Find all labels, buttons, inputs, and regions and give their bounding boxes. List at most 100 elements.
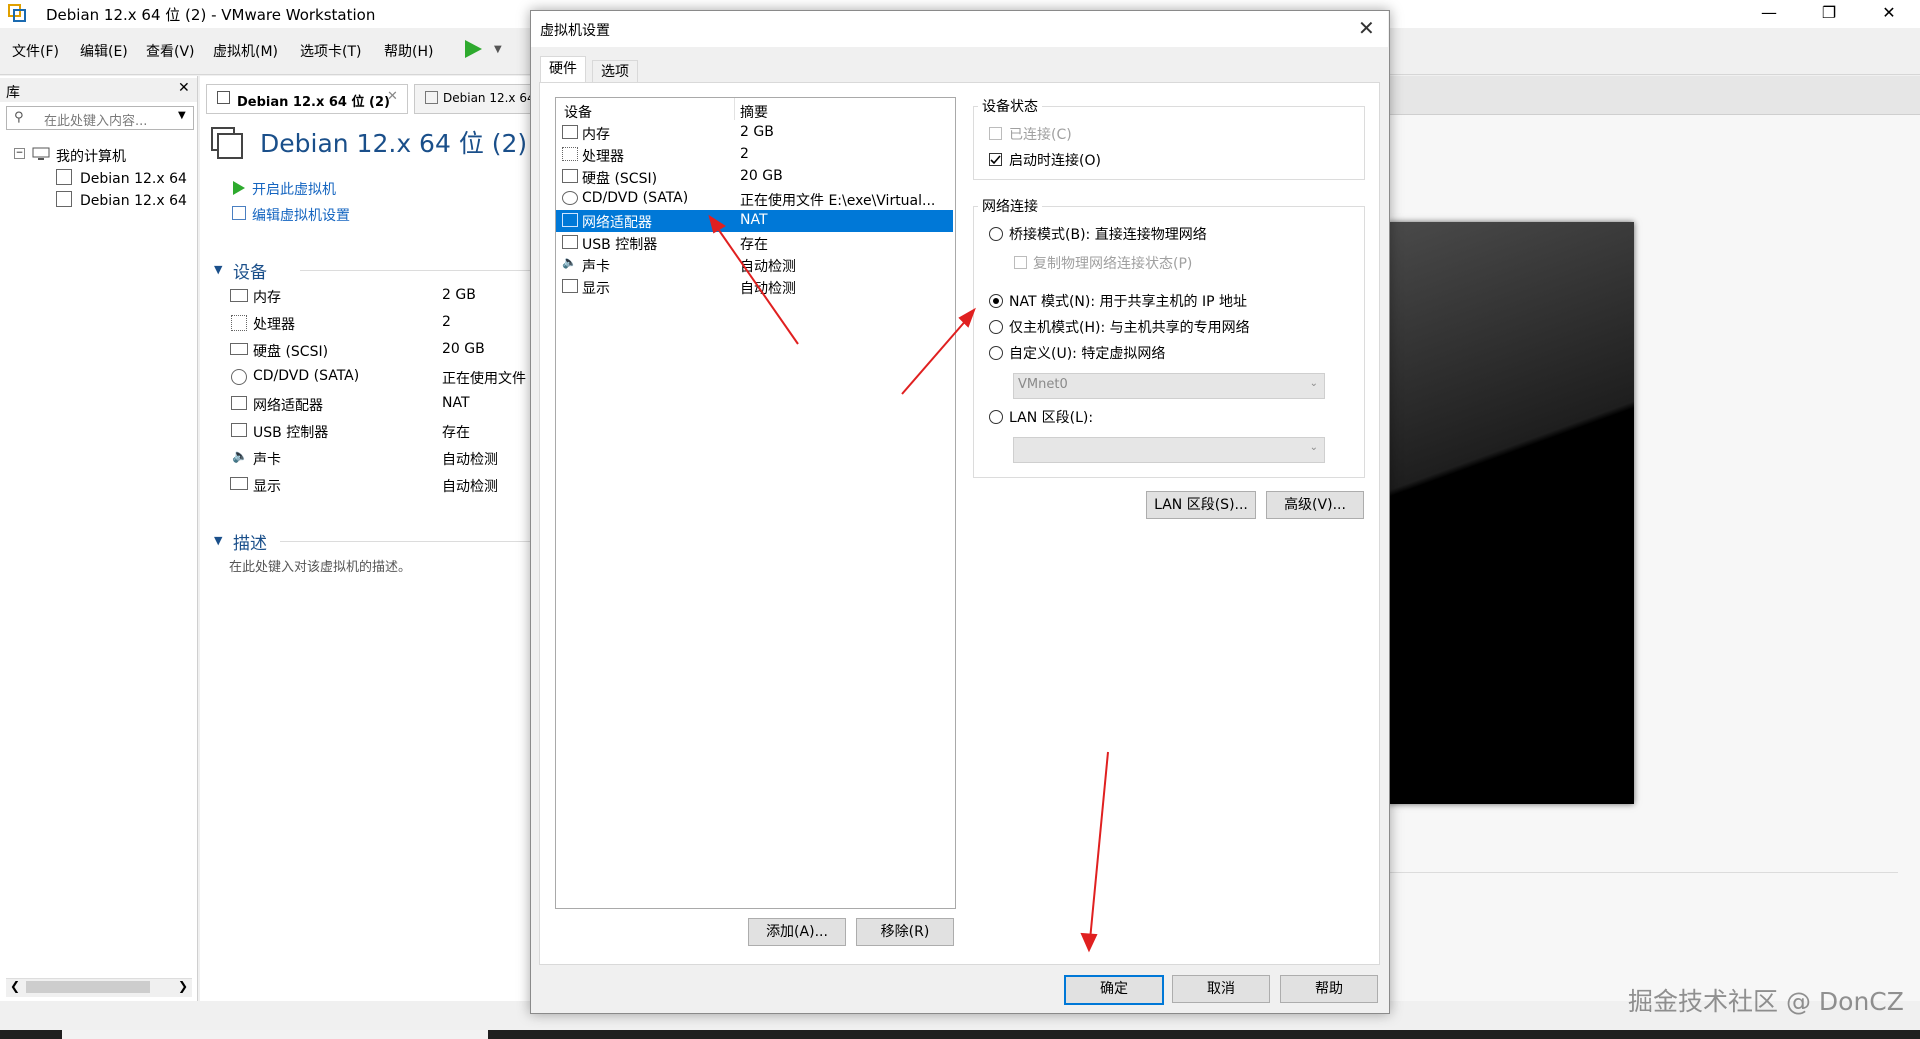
host-only-radio[interactable] [989,320,1003,334]
hw-name: 硬盘 (SCSI) [582,171,658,187]
devices-header[interactable]: 设备 [233,258,267,283]
hw-row-processor[interactable]: 处理器 2 [556,144,953,166]
display-icon [230,477,248,490]
device-value: 自动检测 [442,452,498,468]
menu-help[interactable]: 帮助(H) [384,41,433,61]
hw-row-network-adapter[interactable]: 网络适配器 NAT [556,210,953,232]
sound-icon: 🔈 [232,449,249,464]
device-name: CD/DVD (SATA) [253,368,360,384]
hw-row-usb[interactable]: USB 控制器 存在 [556,232,953,254]
hw-row-memory[interactable]: 内存 2 GB [556,122,953,144]
ok-button[interactable]: 确定 [1064,975,1164,1005]
power-on-link[interactable]: 开启此虚拟机 [252,179,336,199]
scrollbar-thumb[interactable] [26,981,150,993]
hw-name: 处理器 [582,149,624,165]
vm-icon [56,191,72,207]
advanced-button[interactable]: 高级(V)... [1266,491,1364,519]
list-header-device[interactable]: 设备 [564,102,592,122]
vmnet-select[interactable]: VMnet0 ⌄ [1013,373,1325,399]
lan-segment-label: LAN 区段(L): [1009,410,1094,426]
lan-segment-radio[interactable] [989,410,1003,424]
minimize-icon[interactable]: — [1746,0,1792,28]
description-hint[interactable]: 在此处键入对该虚拟机的描述。 [229,556,411,575]
restore-icon[interactable]: ❐ [1806,0,1852,28]
collapse-devices-icon[interactable]: ▼ [214,263,222,276]
library-search-placeholder: 在此处键入内容... [44,114,148,129]
device-value: 正在使用文件 [442,371,526,387]
description-header[interactable]: 描述 [233,529,267,554]
tab-vm-second[interactable]: Debian 12.x 64 [414,84,532,114]
hw-row-display[interactable]: 显示 自动检测 [556,276,953,298]
scroll-right-icon[interactable]: ❯ [178,979,188,993]
menu-edit[interactable]: 编辑(E) [80,41,128,61]
vm-summary-title: Debian 12.x 64 位 (2) [260,129,528,158]
custom-radio[interactable] [989,346,1003,360]
edit-settings-icon [232,206,246,220]
help-button[interactable]: 帮助 [1280,975,1378,1003]
menu-file[interactable]: 文件(F) [12,41,59,61]
library-close-icon[interactable]: ✕ [178,80,190,96]
window-title: Debian 12.x 64 位 (2) - VMware Workstatio… [46,6,376,24]
replicate-state-label: 复制物理网络连接状态(P) [1033,256,1193,272]
collapse-description-icon[interactable]: ▼ [214,534,222,547]
tab-close-icon[interactable]: ✕ [387,89,398,104]
play-dropdown-icon[interactable]: ▼ [494,44,502,55]
device-value: 2 GB [442,287,476,303]
hw-row-cd-dvd[interactable]: CD/DVD (SATA) 正在使用文件 E:\exe\Virtual... [556,188,953,210]
lan-segment-select[interactable]: ⌄ [1013,437,1325,463]
hw-row-sound[interactable]: 🔈 声卡 自动检测 [556,254,953,276]
tree-my-computer[interactable]: 我的计算机 [56,146,126,166]
menu-view[interactable]: 查看(V) [146,41,195,61]
divider [1388,872,1898,873]
column-divider [734,98,735,120]
hw-name: USB 控制器 [582,237,658,253]
tree-collapse-icon[interactable]: − [14,148,25,159]
vm-console-preview[interactable] [1388,222,1634,804]
hw-name: 内存 [582,127,610,143]
cancel-button[interactable]: 取消 [1172,975,1270,1003]
hw-summary: NAT [740,212,768,228]
tab-hardware[interactable]: 硬件 [540,56,586,83]
hw-name: 声卡 [582,259,610,275]
menu-tabs[interactable]: 选项卡(T) [300,41,361,61]
lan-segments-button[interactable]: LAN 区段(S)... [1146,491,1256,519]
library-header [0,78,197,102]
workspace-tab-strip [1388,76,1920,115]
nat-radio[interactable] [989,294,1003,308]
hard-disk-icon [230,343,248,355]
add-hardware-button[interactable]: 添加(A)... [748,918,846,946]
list-header-summary[interactable]: 摘要 [740,102,768,122]
tab-vm-active[interactable]: Debian 12.x 64 位 (2) ✕ [206,84,408,114]
usb-icon [562,235,578,249]
device-value: 存在 [442,425,470,441]
bridged-radio[interactable] [989,227,1003,241]
connected-checkbox[interactable] [989,127,1002,140]
device-status-title: 设备状态 [978,96,1042,116]
dialog-close-icon[interactable]: ✕ [1358,16,1375,40]
search-dropdown-icon[interactable]: ▼ [178,110,186,121]
connected-label: 已连接(C) [1009,127,1072,143]
sound-icon: 🔈 [562,255,577,269]
connect-on-start-checkbox[interactable] [989,153,1002,166]
edit-settings-link[interactable]: 编辑虚拟机设置 [252,205,350,225]
menu-vm[interactable]: 虚拟机(M) [213,41,278,61]
device-value: 自动检测 [442,479,498,495]
hw-name: CD/DVD (SATA) [582,190,689,206]
scroll-left-icon[interactable]: ❮ [10,979,20,993]
device-name: 处理器 [253,317,295,333]
tree-vm-1[interactable]: Debian 12.x 64 位 [80,168,190,188]
dialog-title-bar [531,11,1388,47]
replicate-state-checkbox[interactable] [1014,256,1027,269]
power-on-play-icon[interactable] [462,38,484,64]
computer-icon [32,147,50,165]
remove-hardware-button[interactable]: 移除(R) [856,918,954,946]
hw-summary: 存在 [740,237,768,253]
divider [280,541,530,542]
tab-options[interactable]: 选项 [592,60,638,83]
network-adapter-icon [231,396,247,410]
tree-vm-2[interactable]: Debian 12.x 64 位 [80,190,190,210]
close-window-icon[interactable]: ✕ [1866,0,1912,28]
hw-row-hard-disk[interactable]: 硬盘 (SCSI) 20 GB [556,166,953,188]
taskbar-search-area[interactable] [62,1030,488,1039]
hw-summary: 自动检测 [740,281,796,297]
